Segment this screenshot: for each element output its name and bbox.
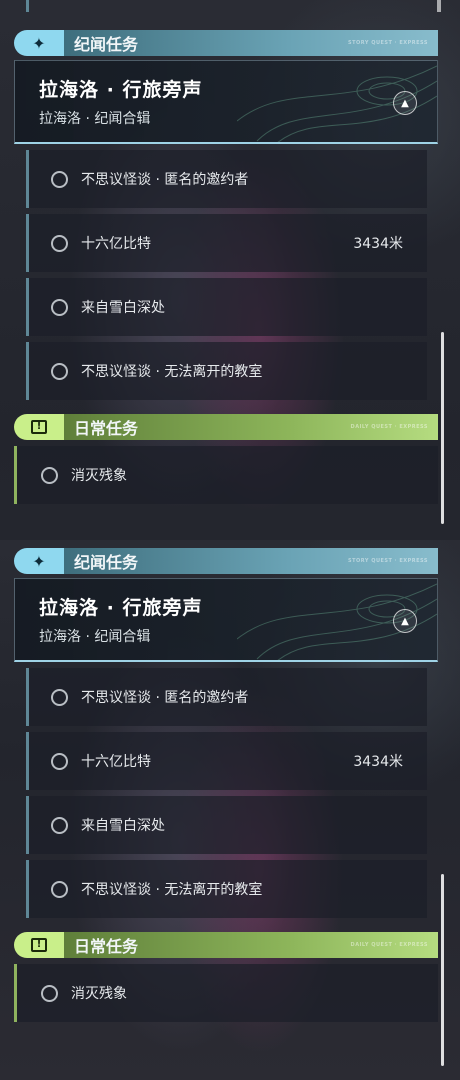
quest-status-ring-icon [51,880,68,898]
quest-row[interactable]: 十六亿比特 3434米 [26,732,427,790]
quest-status-ring-icon [51,298,68,316]
daily-quest-header[interactable]: ! 日常任务 DAILY QUEST · EXPRESS [14,414,438,440]
sparkle-icon: ✦ [14,548,64,574]
quest-name: 来自雪白深处 [81,300,165,316]
quest-name: 十六亿比特 [81,754,151,770]
quest-panel-bottom: ✦ 纪闻任务 STORY QUEST · EXPRESS 拉海洛 · 行旅旁声 … [0,540,460,1080]
story-quest-label: 纪闻任务 [74,35,139,54]
daily-quest-row[interactable]: 消灭残象 [14,964,438,1022]
quest-status-ring-icon [51,170,68,188]
quest-row[interactable]: 不思议怪谈 · 匿名的邀约者 [26,668,427,726]
quest-status-ring-icon [51,816,68,834]
scrollbar-thumb[interactable] [441,332,444,524]
daily-quest-header[interactable]: ! 日常任务 DAILY QUEST · EXPRESS [14,932,438,958]
quest-status-ring-icon [51,688,68,706]
quest-name: 不思议怪谈 · 匿名的邀约者 [81,690,249,706]
quest-name: 来自雪白深处 [81,818,165,834]
quest-name: 十六亿比特 [81,236,151,252]
story-quest-tiny-text: STORY QUEST · EXPRESS [348,40,428,46]
quest-name: 不思议怪谈 · 匿名的邀约者 [81,172,249,188]
quest-status-ring-icon [41,984,58,1002]
chevron-up-icon[interactable]: ▲ [393,609,417,633]
quest-name: 消灭残象 [71,986,127,1002]
story-quest-tiny-text: STORY QUEST · EXPRESS [348,558,428,564]
daily-quest-label: 日常任务 [74,419,139,438]
alert-box-icon: ! [14,414,64,440]
daily-quest-label: 日常任务 [74,937,139,956]
quest-distance: 3434米 [353,754,403,770]
chapter-card[interactable]: 拉海洛 · 行旅旁声 拉海洛 · 纪闻合辑 ▲ [14,60,438,144]
scrollbar-thumb[interactable] [441,874,444,1066]
quest-status-ring-icon [51,752,68,770]
scroll-residue-line-right [437,0,441,12]
quest-distance: 3434米 [353,236,403,252]
story-quest-header[interactable]: ✦ 纪闻任务 STORY QUEST · EXPRESS [14,30,438,56]
alert-box-icon: ! [14,932,64,958]
quest-row[interactable]: 十六亿比特 3434米 [26,214,427,272]
quest-panel-top: ✦ 纪闻任务 STORY QUEST · EXPRESS 拉海洛 · 行旅旁声 … [0,0,460,540]
quest-row[interactable]: 来自雪白深处 [26,796,427,854]
daily-quest-tiny-text: DAILY QUEST · EXPRESS [350,942,428,948]
story-quest-label: 纪闻任务 [74,553,139,572]
quest-name: 不思议怪谈 · 无法离开的教室 [81,882,263,898]
quest-row[interactable]: 不思议怪谈 · 匿名的邀约者 [26,150,427,208]
quest-row[interactable]: 来自雪白深处 [26,278,427,336]
quest-row[interactable]: 不思议怪谈 · 无法离开的教室 [26,860,427,918]
scroll-residue-line [26,0,29,12]
quest-status-ring-icon [41,466,58,484]
chevron-up-icon[interactable]: ▲ [393,91,417,115]
quest-name: 不思议怪谈 · 无法离开的教室 [81,364,263,380]
daily-quest-tiny-text: DAILY QUEST · EXPRESS [350,424,428,430]
quest-status-ring-icon [51,234,68,252]
daily-quest-row[interactable]: 消灭残象 [14,446,438,504]
quest-name: 消灭残象 [71,468,127,484]
quest-status-ring-icon [51,362,68,380]
story-quest-header[interactable]: ✦ 纪闻任务 STORY QUEST · EXPRESS [14,548,438,574]
quest-row[interactable]: 不思议怪谈 · 无法离开的教室 [26,342,427,400]
chapter-card[interactable]: 拉海洛 · 行旅旁声 拉海洛 · 纪闻合辑 ▲ [14,578,438,662]
sparkle-icon: ✦ [14,30,64,56]
